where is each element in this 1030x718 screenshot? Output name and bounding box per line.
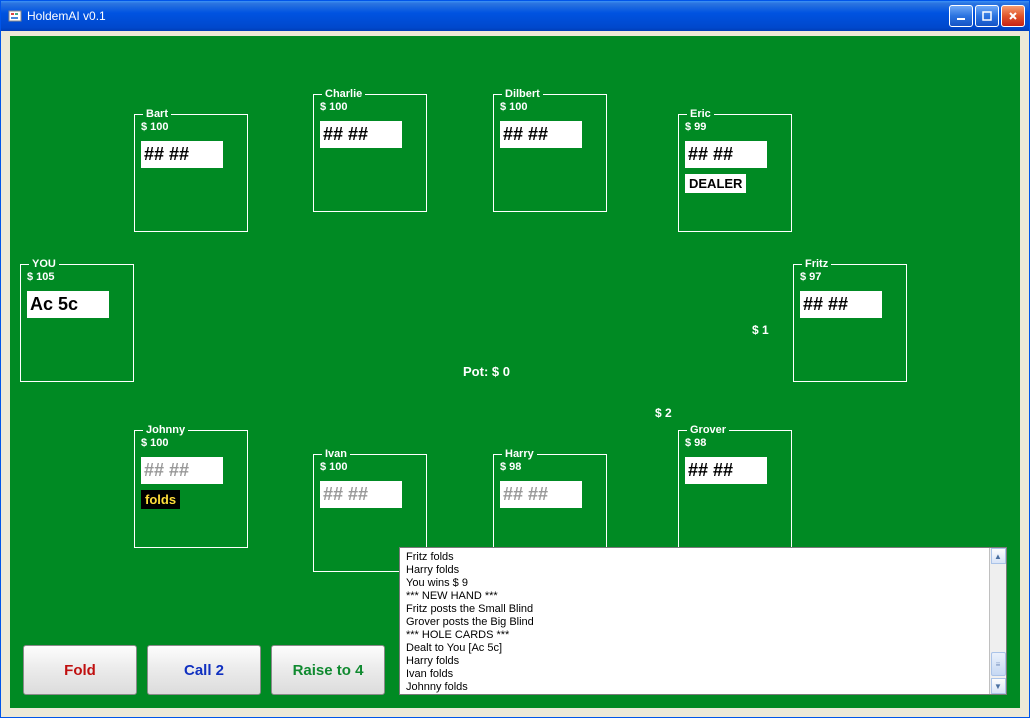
raise-button[interactable]: Raise to 4 [271, 645, 385, 695]
player-cards: ## ## [141, 141, 223, 168]
client-area: YOU $ 105 Ac 5c Bart $ 100 ## ## Charlie… [5, 31, 1025, 713]
player-stack: $ 100 [320, 461, 420, 473]
player-grover: Grover $ 98 ## ## [678, 430, 792, 548]
player-cards: ## ## [685, 457, 767, 484]
log-panel: Fritz folds Harry folds You wins $ 9 ***… [399, 547, 1007, 695]
player-johnny: Johnny $ 100 ## ## folds [134, 430, 248, 548]
scroll-down-icon[interactable]: ▼ [991, 678, 1006, 694]
close-button[interactable] [1001, 5, 1025, 27]
player-name: Charlie [322, 88, 365, 100]
player-name: Fritz [802, 258, 831, 270]
pot-label: Pot: $ 0 [463, 364, 510, 379]
app-icon [7, 8, 23, 24]
player-name: Eric [687, 108, 714, 120]
scroll-thumb[interactable]: ≡ [991, 652, 1006, 676]
fold-button[interactable]: Fold [23, 645, 137, 695]
dealer-badge: DEALER [685, 174, 746, 193]
player-eric: Eric $ 99 ## ## DEALER [678, 114, 792, 232]
maximize-button[interactable] [975, 5, 999, 27]
player-fritz: Fritz $ 97 ## ## [793, 264, 907, 382]
player-name: Dilbert [502, 88, 543, 100]
minimize-button[interactable] [949, 5, 973, 27]
bet-fritz: $ 1 [752, 323, 769, 337]
player-name: Ivan [322, 448, 350, 460]
player-stack: $ 100 [141, 121, 241, 133]
player-name: Grover [687, 424, 729, 436]
player-charlie: Charlie $ 100 ## ## [313, 94, 427, 212]
player-you: YOU $ 105 Ac 5c [20, 264, 134, 382]
player-name: Harry [502, 448, 537, 460]
titlebar[interactable]: HoldemAI v0.1 [1, 1, 1029, 31]
player-stack: $ 100 [141, 437, 241, 449]
player-bart: Bart $ 100 ## ## [134, 114, 248, 232]
player-stack: $ 100 [500, 101, 600, 113]
player-cards: ## ## [500, 481, 582, 508]
player-cards: ## ## [500, 121, 582, 148]
player-stack: $ 99 [685, 121, 785, 133]
player-stack: $ 98 [500, 461, 600, 473]
player-cards: ## ## [800, 291, 882, 318]
player-cards: ## ## [141, 457, 223, 484]
player-stack: $ 98 [685, 437, 785, 449]
player-name: Johnny [143, 424, 188, 436]
window-title: HoldemAI v0.1 [27, 9, 949, 23]
player-stack: $ 97 [800, 271, 900, 283]
player-stack: $ 100 [320, 101, 420, 113]
bet-grover: $ 2 [655, 406, 672, 420]
player-name: Bart [143, 108, 171, 120]
player-cards: ## ## [685, 141, 767, 168]
app-window: HoldemAI v0.1 YOU $ 105 Ac 5c Bart [0, 0, 1030, 718]
player-cards: ## ## [320, 121, 402, 148]
call-button[interactable]: Call 2 [147, 645, 261, 695]
log-text[interactable]: Fritz folds Harry folds You wins $ 9 ***… [400, 548, 989, 694]
scrollbar[interactable]: ▲ ≡ ▼ [989, 548, 1006, 694]
player-cards: ## ## [320, 481, 402, 508]
window-buttons [949, 5, 1025, 27]
player-dilbert: Dilbert $ 100 ## ## [493, 94, 607, 212]
status-badge: folds [141, 490, 180, 509]
scroll-up-icon[interactable]: ▲ [991, 548, 1006, 564]
player-name: YOU [29, 258, 59, 270]
player-cards: Ac 5c [27, 291, 109, 318]
player-stack: $ 105 [27, 271, 127, 283]
poker-table: YOU $ 105 Ac 5c Bart $ 100 ## ## Charlie… [10, 36, 1020, 708]
action-buttons: Fold Call 2 Raise to 4 [23, 645, 385, 695]
